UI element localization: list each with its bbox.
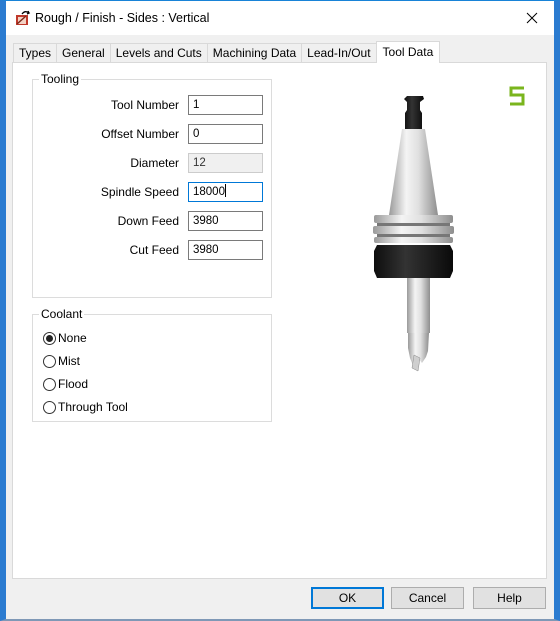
diameter-label: Diameter	[130, 156, 179, 170]
tool-data-panel: Tooling Tool Number 1 Offset Number 0 Di…	[12, 62, 547, 579]
radio-button[interactable]	[43, 354, 56, 368]
tab-general[interactable]: General	[56, 43, 111, 63]
ok-button[interactable]: OK	[311, 587, 384, 609]
coolant-option-flood[interactable]: Flood	[43, 376, 88, 392]
coolant-group-label: Coolant	[39, 307, 85, 321]
spindle-speed-row: Spindle Speed 18000	[33, 182, 271, 202]
tool-number-label: Tool Number	[110, 98, 179, 112]
coolant-through-tool-label: Through Tool	[58, 400, 128, 414]
title-bar[interactable]: Rough / Finish - Sides : Vertical	[6, 1, 554, 35]
coolant-option-through-tool[interactable]: Through Tool	[43, 399, 128, 415]
cut-feed-input[interactable]: 3980	[188, 240, 263, 260]
tab-types[interactable]: Types	[13, 43, 58, 63]
down-feed-label: Down Feed	[117, 214, 179, 228]
cut-feed-label: Cut Feed	[129, 243, 179, 257]
tab-levels-and-cuts[interactable]: Levels and Cuts	[109, 43, 208, 63]
window-title: Rough / Finish - Sides : Vertical	[35, 11, 210, 25]
coolant-group: Coolant None Mist Flood Through Tool	[32, 307, 272, 422]
tab-strip: Types General Levels and Cuts Machining …	[13, 41, 441, 63]
spindle-speed-label: Spindle Speed	[100, 185, 179, 199]
coolant-flood-label: Flood	[58, 377, 89, 391]
spindle-speed-value: 18000	[193, 186, 225, 198]
diameter-row: Diameter 12	[33, 153, 271, 173]
radio-button-checked[interactable]	[43, 331, 56, 345]
dialog-window: Rough / Finish - Sides : Vertical Types …	[0, 0, 560, 621]
down-feed-input[interactable]: 3980	[188, 211, 263, 231]
cancel-button[interactable]: Cancel	[391, 587, 464, 609]
down-feed-row: Down Feed 3980	[33, 211, 271, 231]
coolant-none-label: None	[58, 331, 87, 345]
cut-feed-row: Cut Feed 3980	[33, 240, 271, 260]
tool-number-input[interactable]: 1	[188, 95, 263, 115]
spindle-speed-input[interactable]: 18000	[188, 182, 263, 202]
offset-number-input[interactable]: 0	[188, 124, 263, 144]
offset-number-row: Offset Number 0	[33, 124, 271, 144]
coolant-option-none[interactable]: None	[43, 330, 87, 346]
tool-number-row: Tool Number 1	[33, 95, 271, 115]
close-icon	[526, 12, 538, 24]
tool-holder-illustration	[373, 96, 454, 372]
tab-tool-data[interactable]: Tool Data	[375, 41, 441, 63]
tooling-group: Tooling Tool Number 1 Offset Number 0 Di…	[32, 72, 272, 298]
help-button[interactable]: Help	[473, 587, 546, 609]
radio-button[interactable]	[43, 377, 56, 391]
close-button[interactable]	[510, 1, 554, 35]
text-caret	[224, 184, 226, 197]
coolant-option-mist[interactable]: Mist	[43, 353, 80, 369]
tooling-group-label: Tooling	[39, 72, 82, 86]
radio-button[interactable]	[43, 400, 56, 414]
diameter-input: 12	[188, 153, 263, 173]
app-icon	[16, 10, 31, 25]
coolant-mist-label: Mist	[58, 354, 80, 368]
tab-machining-data[interactable]: Machining Data	[206, 43, 303, 63]
tab-lead-in-out[interactable]: Lead-In/Out	[301, 43, 377, 63]
offset-number-label: Offset Number	[101, 127, 179, 141]
brand-s-logo-icon	[509, 86, 525, 106]
